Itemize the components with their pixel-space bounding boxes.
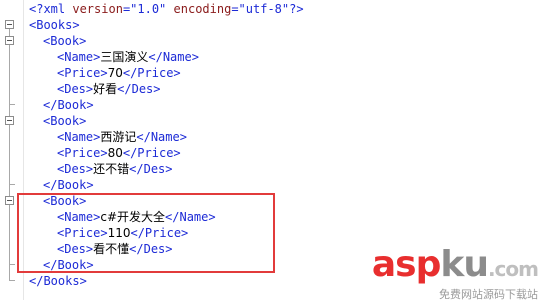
watermark-com: .com <box>487 257 539 281</box>
books-close-tag: </Books> <box>29 274 87 288</box>
watermark-ku: ku <box>440 244 489 285</box>
fold-toggle-book2-icon[interactable] <box>5 116 14 125</box>
book1-des-value: 好看 <box>93 82 118 96</box>
book2-des-value: 还不错 <box>93 162 130 176</box>
watermark-brand: aspku.com <box>371 244 539 288</box>
book2-open-tag: <Book> <box>43 114 87 128</box>
highlight-box <box>17 193 275 273</box>
xml-declaration-line: <?xml version="1.0" encoding="utf-8"?> <box>29 1 304 17</box>
fold-toggle-book1-icon[interactable] <box>5 36 14 45</box>
xml-decl-version-value: ="1.0" <box>122 2 167 16</box>
fold-toggle-book3-icon[interactable] <box>5 196 14 205</box>
fold-guide-root <box>9 29 10 281</box>
book1-name-line: <Name>三国演义</Name> <box>57 50 199 64</box>
book2-price-value: 80 <box>107 146 123 160</box>
book1-close-tag: </Book> <box>43 98 94 112</box>
book1-open-tag: <Book> <box>43 34 87 48</box>
fold-guide-book3-end <box>9 264 15 265</box>
xml-decl-close: ?> <box>289 2 304 16</box>
book2-name-value: 西游记 <box>100 130 137 144</box>
watermark-logo: aspku.com 免费网站源码下载站 <box>371 244 539 302</box>
xml-decl-encoding-value: ="utf-8" <box>231 2 290 16</box>
book1-price-line: <Price>70</Price> <box>57 66 181 80</box>
xml-decl-encoding-attr: encoding <box>173 2 232 16</box>
book1-name-value: 三国演义 <box>100 50 149 64</box>
fold-guide-root-end <box>9 280 15 281</box>
book1-price-value: 70 <box>107 66 123 80</box>
book2-des-line: <Des>还不错</Des> <box>57 162 173 176</box>
book1-des-line: <Des>好看</Des> <box>57 82 161 96</box>
xml-decl-version-attr: version <box>72 2 123 16</box>
books-open-tag: <Books> <box>29 18 80 32</box>
watermark-asp: asp <box>371 244 441 285</box>
fold-guide-book2-end <box>9 184 15 185</box>
fold-toggle-books-icon[interactable] <box>5 20 14 29</box>
fold-guide-book1-end <box>9 104 15 105</box>
xml-decl-open: <?xml <box>29 2 73 16</box>
book2-price-line: <Price>80</Price> <box>57 146 181 160</box>
book2-name-line: <Name>西游记</Name> <box>57 130 187 144</box>
book2-close-tag: </Book> <box>43 178 94 192</box>
